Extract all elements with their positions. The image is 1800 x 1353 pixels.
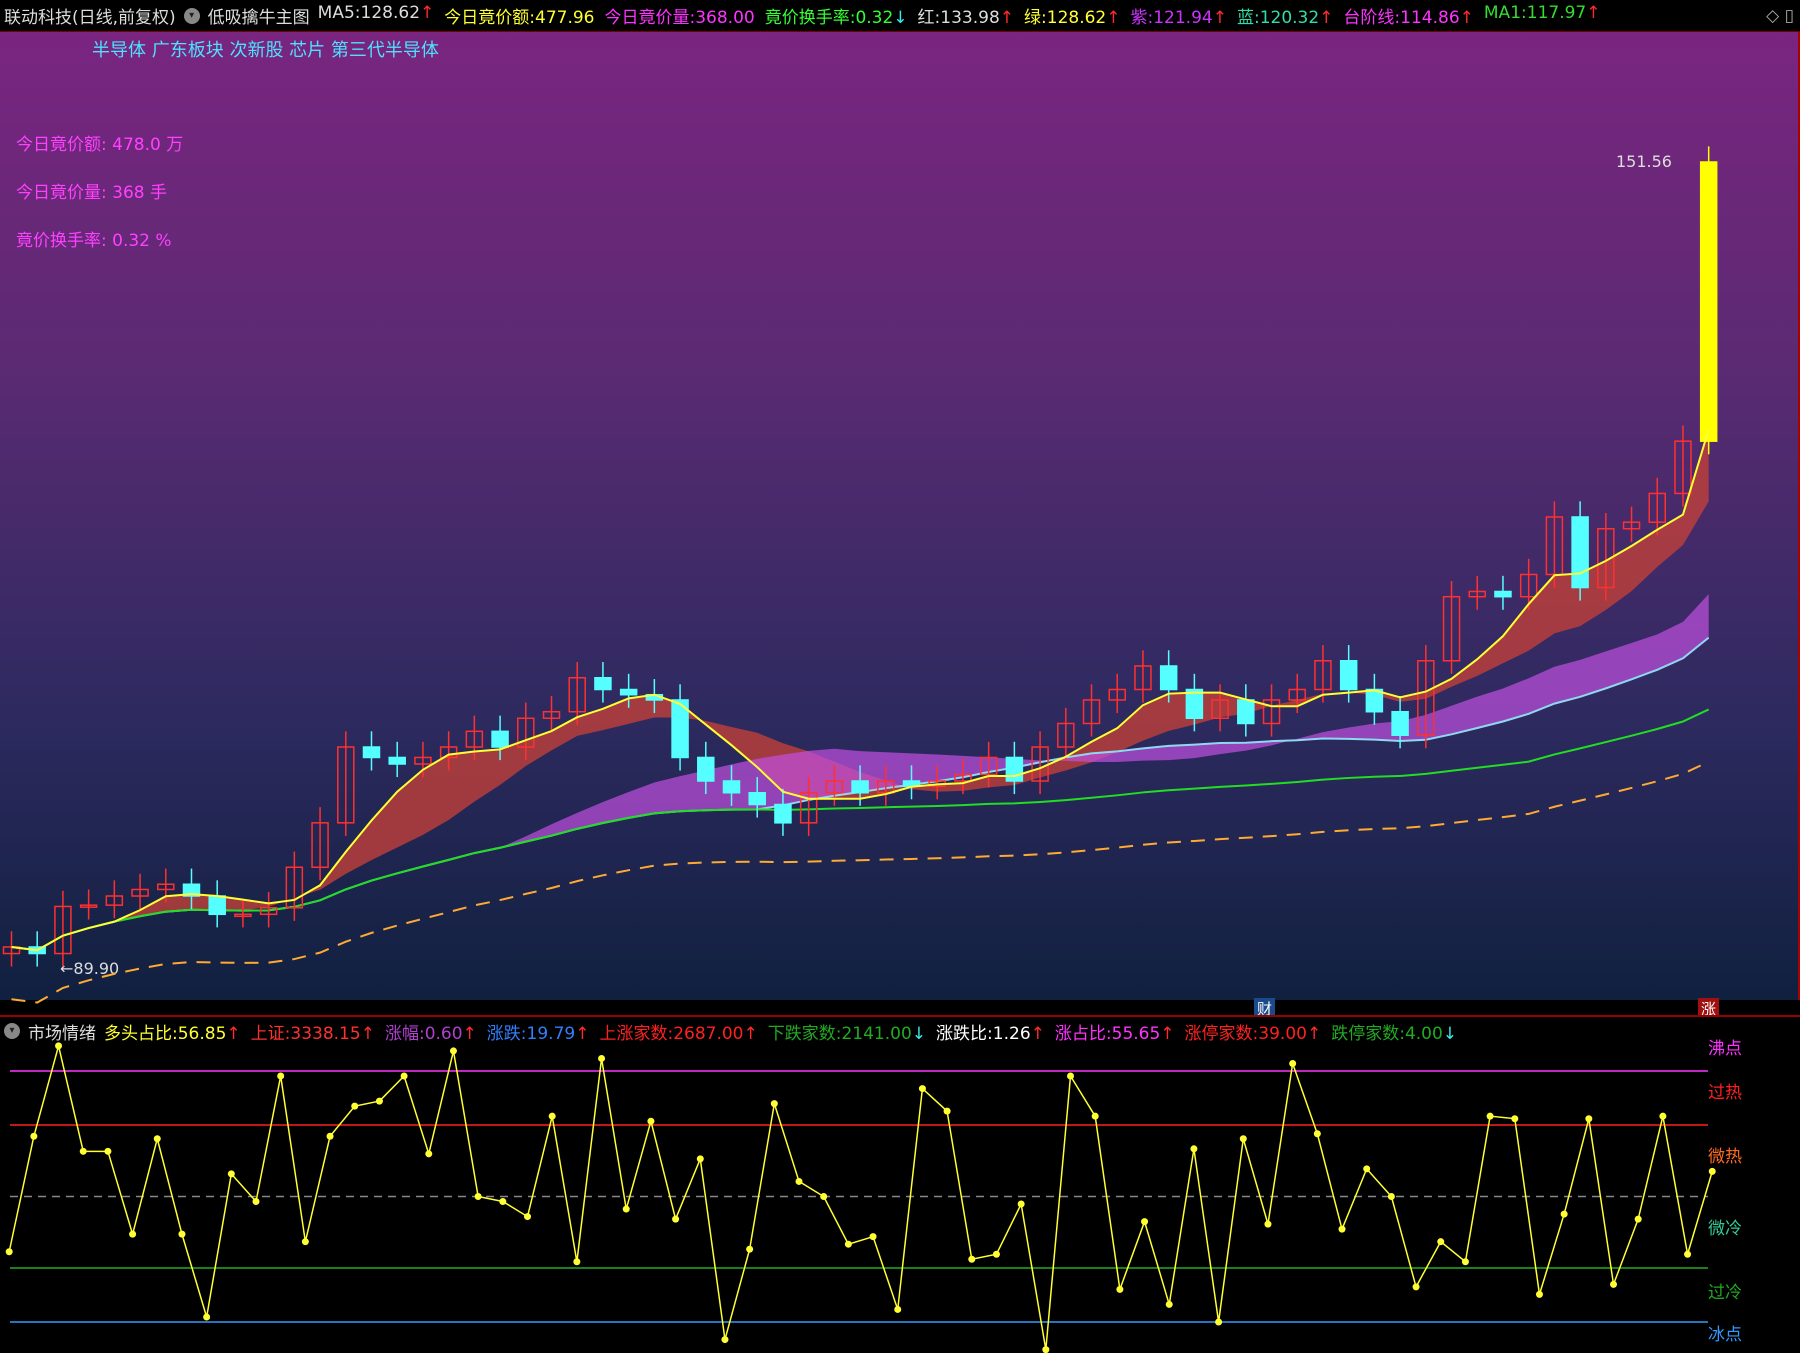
sentiment-point — [499, 1198, 507, 1206]
sentiment-point — [55, 1042, 63, 1050]
sentiment-point — [622, 1205, 630, 1213]
sentiment-point — [1387, 1193, 1395, 1200]
candle-body — [1699, 161, 1718, 442]
sentiment-point — [1141, 1218, 1149, 1226]
candle-body — [491, 730, 509, 748]
sentiment-point — [400, 1072, 408, 1080]
sentiment-point — [1017, 1200, 1025, 1208]
sentiment-point — [795, 1177, 803, 1185]
sentiment-point — [943, 1107, 951, 1115]
sentiment-point — [548, 1112, 556, 1120]
sentiment-point — [301, 1238, 309, 1246]
sentiment-point — [672, 1215, 680, 1223]
sentiment-point — [129, 1230, 137, 1238]
sentiment-point — [1091, 1112, 1099, 1120]
sentiment-point — [30, 1132, 38, 1140]
candle-body — [697, 756, 715, 782]
candle-body — [619, 688, 638, 696]
sentiment-point — [746, 1245, 754, 1253]
sentiment-point — [178, 1230, 186, 1238]
sentiment-point — [1511, 1115, 1519, 1123]
sentiment-point — [5, 1248, 13, 1256]
sentiment-point — [1659, 1112, 1667, 1120]
ma-band — [11, 429, 1709, 951]
sentiment-point — [1708, 1167, 1716, 1175]
sentiment-point — [1215, 1318, 1223, 1326]
sentiment-point — [1634, 1215, 1642, 1223]
sentiment-point — [1437, 1238, 1445, 1246]
candle-body — [1391, 710, 1409, 737]
candle-body — [208, 895, 226, 916]
sentiment-point — [721, 1336, 729, 1344]
candle-body — [851, 780, 869, 794]
sentiment-point — [1363, 1165, 1371, 1173]
candle-body — [1237, 699, 1255, 725]
sentiment-point — [968, 1255, 976, 1263]
candle-body — [748, 792, 766, 806]
candle-body — [388, 756, 406, 765]
sentiment-point — [820, 1193, 828, 1200]
sentiment-point — [375, 1097, 383, 1105]
sentiment-point — [227, 1170, 235, 1178]
candle-body — [362, 746, 381, 759]
sentiment-line — [8, 1045, 1713, 1350]
candle-body — [1159, 665, 1178, 691]
candle-body — [774, 803, 792, 824]
sentiment-point — [869, 1233, 877, 1241]
sentiment-point — [1535, 1290, 1543, 1298]
sentiment-point — [1042, 1346, 1050, 1353]
sentiment-point — [326, 1132, 334, 1140]
sentiment-point — [474, 1193, 482, 1200]
sentiment-point — [573, 1258, 581, 1266]
sentiment-point — [1165, 1300, 1173, 1308]
sentiment-point — [524, 1213, 532, 1221]
sentiment-point — [449, 1047, 457, 1055]
sentiment-point — [647, 1117, 655, 1125]
sentiment-point — [1461, 1258, 1469, 1266]
sentiment-point — [153, 1135, 161, 1143]
sentiment-point — [1486, 1112, 1494, 1120]
candle-body — [722, 780, 741, 794]
sentiment-point — [992, 1250, 1000, 1258]
sentiment-point — [894, 1305, 902, 1313]
sentiment-point — [696, 1155, 704, 1163]
sentiment-point — [1067, 1072, 1075, 1080]
sentiment-point — [844, 1240, 852, 1248]
chart-canvas — [2, 146, 1718, 1353]
candle-body — [1339, 660, 1358, 691]
candle-body — [594, 676, 612, 691]
sentiment-point — [598, 1054, 606, 1062]
sentiment-point — [1313, 1130, 1321, 1138]
sentiment-point — [1585, 1115, 1593, 1123]
sentiment-point — [79, 1147, 87, 1155]
sentiment-point — [1338, 1225, 1346, 1233]
candle-body — [1005, 756, 1024, 782]
sentiment-point — [425, 1150, 433, 1158]
sentiment-point — [770, 1100, 778, 1108]
candle-body — [1494, 590, 1512, 598]
sentiment-point — [918, 1085, 926, 1093]
sentiment-point — [1190, 1145, 1198, 1153]
sentiment-point — [1684, 1250, 1692, 1258]
ma5-line — [11, 429, 1710, 952]
sentiment-point — [1412, 1283, 1420, 1291]
sentiment-point — [351, 1102, 359, 1110]
sentiment-point — [1560, 1210, 1568, 1218]
sentiment-point — [1610, 1280, 1618, 1288]
sentiment-point — [203, 1313, 211, 1321]
sentiment-point — [1289, 1059, 1297, 1067]
candle-body — [1571, 516, 1589, 589]
sentiment-point — [252, 1198, 260, 1206]
sentiment-point — [1116, 1285, 1124, 1293]
sentiment-point — [104, 1147, 112, 1155]
sentiment-point — [1239, 1135, 1247, 1143]
sentiment-point — [1264, 1220, 1272, 1228]
sentiment-point — [277, 1072, 285, 1080]
